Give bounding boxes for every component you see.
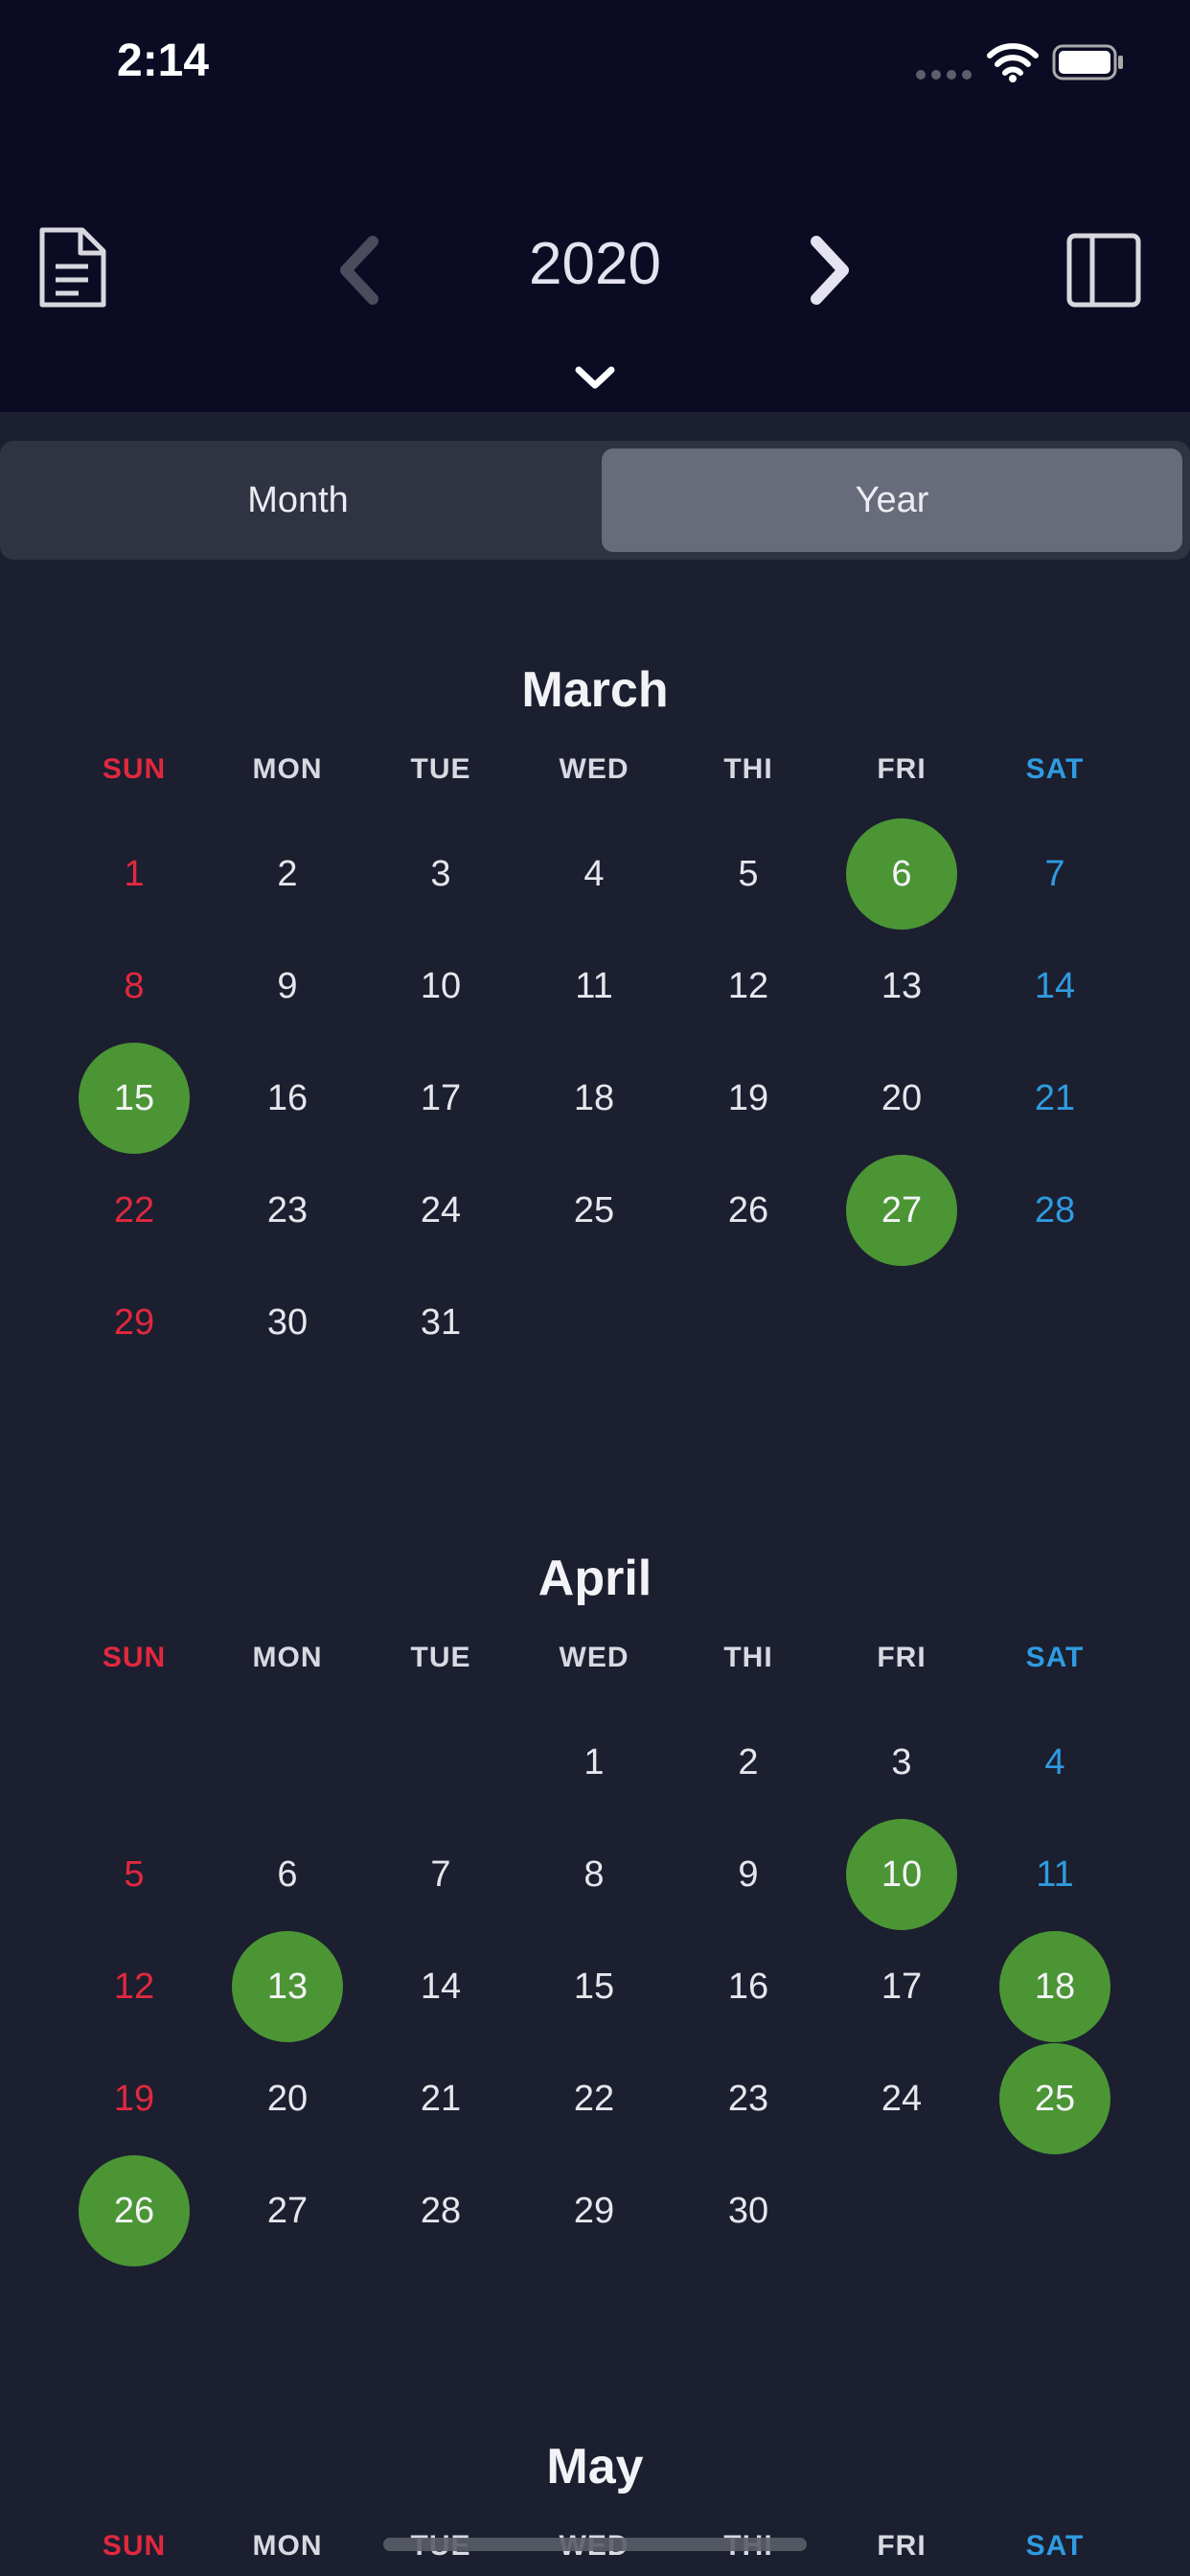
day-cell[interactable]: 5	[693, 818, 804, 930]
weekday-label: SUN	[102, 2530, 167, 2562]
day-cell[interactable]: 4	[538, 818, 650, 930]
month-title: April	[538, 1551, 652, 1606]
document-icon[interactable]	[36, 226, 109, 309]
weekday-label: SUN	[102, 1642, 167, 1673]
day-cell[interactable]: 14	[999, 931, 1110, 1042]
weekday-label: FRI	[877, 753, 927, 785]
next-year-icon[interactable]	[801, 236, 858, 305]
day-cell[interactable]: 3	[385, 818, 496, 930]
day-cell[interactable]: 26	[693, 1155, 804, 1266]
day-cell[interactable]: 18	[999, 1931, 1110, 2042]
day-cell[interactable]: 10	[385, 931, 496, 1042]
day-cell[interactable]: 26	[79, 2155, 190, 2266]
day-cell[interactable]: 23	[693, 2043, 804, 2154]
signal-icon	[916, 70, 972, 80]
home-indicator[interactable]	[383, 2538, 807, 2551]
day-cell[interactable]: 16	[232, 1043, 343, 1154]
weekday-label: SUN	[102, 753, 167, 785]
day-cell[interactable]: 30	[693, 2155, 804, 2266]
day-cell[interactable]: 22	[538, 2043, 650, 2154]
day-cell[interactable]: 6	[232, 1819, 343, 1930]
day-cell[interactable]: 4	[999, 1707, 1110, 1818]
day-cell[interactable]: 24	[385, 1155, 496, 1266]
day-cell[interactable]: 12	[693, 931, 804, 1042]
day-cell[interactable]: 15	[538, 1931, 650, 2042]
day-cell[interactable]: 25	[999, 2043, 1110, 2154]
day-cell[interactable]: 19	[693, 1043, 804, 1154]
weekday-label: TUE	[410, 753, 471, 785]
month-title: May	[546, 2439, 644, 2495]
day-cell[interactable]: 5	[79, 1819, 190, 1930]
day-cell[interactable]: 17	[846, 1931, 957, 2042]
day-cell[interactable]: 9	[693, 1819, 804, 1930]
day-cell[interactable]: 7	[999, 818, 1110, 930]
day-cell[interactable]: 11	[999, 1819, 1110, 1930]
day-cell[interactable]: 29	[538, 2155, 650, 2266]
battery-icon	[1052, 44, 1123, 80]
weekday-label: SAT	[1025, 753, 1085, 785]
day-cell[interactable]: 22	[79, 1155, 190, 1266]
weekday-label: TUE	[410, 1642, 471, 1673]
day-cell[interactable]: 3	[846, 1707, 957, 1818]
day-cell[interactable]: 6	[846, 818, 957, 930]
weekday-label: MON	[252, 1642, 323, 1673]
calendar-app: 2:14 2020 Month Year March SUN MON TUE W…	[0, 0, 1190, 2576]
day-cell[interactable]: 17	[385, 1043, 496, 1154]
chevron-down-icon[interactable]	[573, 364, 617, 391]
day-cell[interactable]: 21	[385, 2043, 496, 2154]
year-title[interactable]: 2020	[451, 226, 739, 303]
weekday-label: SAT	[1025, 1642, 1085, 1673]
day-cell[interactable]: 28	[385, 2155, 496, 2266]
day-cell[interactable]: 14	[385, 1931, 496, 2042]
day-cell[interactable]: 1	[538, 1707, 650, 1818]
day-cell[interactable]: 16	[693, 1931, 804, 2042]
weekday-label: WED	[559, 753, 629, 785]
view-mode-selector: Month Year	[0, 441, 1190, 560]
day-cell[interactable]: 20	[846, 1043, 957, 1154]
weekday-label: FRI	[877, 1642, 927, 1673]
day-cell[interactable]: 24	[846, 2043, 957, 2154]
day-cell[interactable]: 25	[538, 1155, 650, 1266]
day-cell[interactable]: 31	[385, 1267, 496, 1378]
day-cell[interactable]: 27	[846, 1155, 957, 1266]
day-cell[interactable]: 29	[79, 1267, 190, 1378]
day-cell[interactable]: 11	[538, 931, 650, 1042]
day-cell[interactable]: 27	[232, 2155, 343, 2266]
day-cell[interactable]: 2	[693, 1707, 804, 1818]
day-cell[interactable]: 10	[846, 1819, 957, 1930]
month-title: March	[521, 662, 669, 718]
day-cell[interactable]: 13	[232, 1931, 343, 2042]
wifi-icon	[987, 43, 1039, 82]
day-cell[interactable]: 9	[232, 931, 343, 1042]
day-cell[interactable]: 15	[79, 1043, 190, 1154]
day-cell[interactable]: 19	[79, 2043, 190, 2154]
day-cell[interactable]: 7	[385, 1819, 496, 1930]
weekday-label: SAT	[1025, 2530, 1085, 2562]
day-cell[interactable]: 13	[846, 931, 957, 1042]
header: 2:14 2020	[0, 0, 1190, 412]
day-cell[interactable]: 18	[538, 1043, 650, 1154]
day-cell[interactable]: 28	[999, 1155, 1110, 1266]
day-cell[interactable]: 8	[538, 1819, 650, 1930]
status-time: 2:14	[117, 35, 210, 86]
weekday-label: WED	[559, 1642, 629, 1673]
tab-month[interactable]: Month	[8, 448, 588, 552]
tab-year[interactable]: Year	[602, 448, 1182, 552]
day-cell[interactable]: 2	[232, 818, 343, 930]
weekday-label: THI	[723, 1642, 773, 1673]
sidebar-icon[interactable]	[1065, 232, 1142, 309]
weekday-label: FRI	[877, 2530, 927, 2562]
weekday-label: MON	[252, 753, 323, 785]
day-cell[interactable]: 23	[232, 1155, 343, 1266]
day-cell[interactable]: 8	[79, 931, 190, 1042]
day-cell[interactable]: 21	[999, 1043, 1110, 1154]
weekday-label: THI	[723, 753, 773, 785]
previous-year-icon[interactable]	[331, 236, 388, 305]
day-cell[interactable]: 12	[79, 1931, 190, 2042]
day-cell[interactable]: 1	[79, 818, 190, 930]
day-cell[interactable]: 20	[232, 2043, 343, 2154]
day-cell[interactable]: 30	[232, 1267, 343, 1378]
weekday-label: MON	[252, 2530, 323, 2562]
